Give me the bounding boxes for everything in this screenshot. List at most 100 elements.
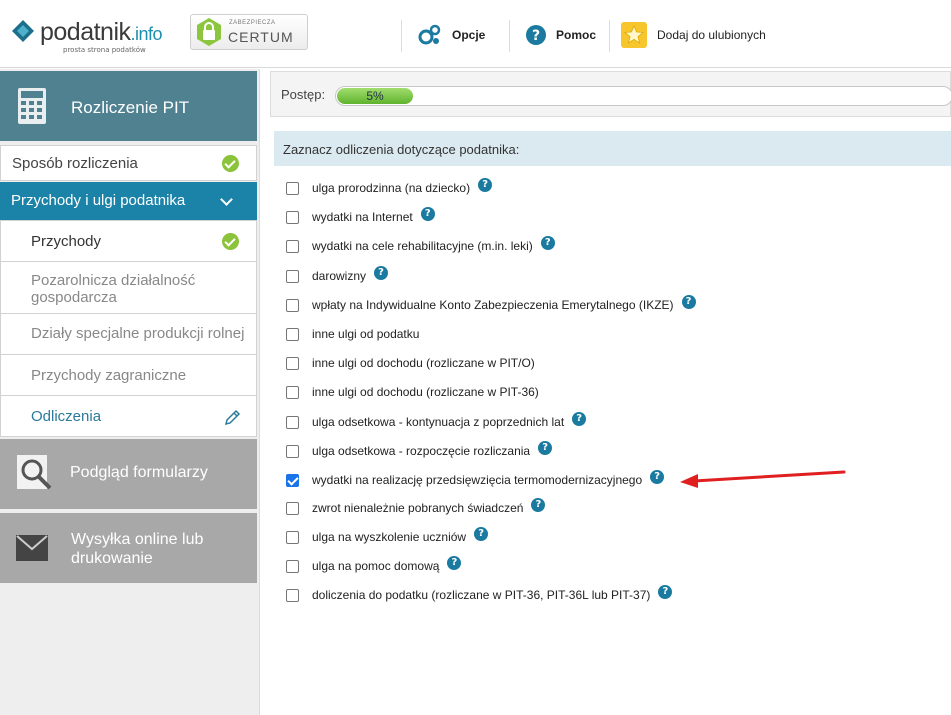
list-item-rehabilitacja[interactable]: wydatki na cele rehabilitacyjne (m.in. l… bbox=[286, 236, 555, 256]
sidebar-category-przychody[interactable]: Przychody i ulgi podatnika bbox=[0, 182, 257, 220]
list-item-doliczenia[interactable]: doliczenia do podatku (rozliczane w PIT-… bbox=[286, 585, 673, 605]
lock-icon bbox=[197, 18, 221, 46]
section-title: Zaznacz odliczenia dotyczące podatnika: bbox=[283, 142, 520, 157]
checkbox[interactable] bbox=[286, 559, 299, 573]
checkbox[interactable] bbox=[286, 210, 299, 224]
certum-small-text: ZABEZPIECZA bbox=[229, 20, 276, 26]
logo-text: podatnik.info bbox=[40, 18, 163, 46]
option-label: inne ulgi od podatku bbox=[312, 327, 420, 341]
checkbox[interactable] bbox=[286, 444, 299, 458]
help-icon[interactable]: ? bbox=[531, 498, 546, 512]
podatnik-logo[interactable]: podatnik.info prosta strona podatków bbox=[10, 12, 170, 56]
list-item-termomodernizacja[interactable]: wydatki na realizację przedsięwzięcia te… bbox=[286, 470, 665, 490]
red-arrow-annotation bbox=[680, 470, 846, 488]
help-icon[interactable]: ? bbox=[681, 295, 696, 309]
checkbox[interactable] bbox=[286, 356, 299, 370]
checkbox[interactable] bbox=[286, 530, 299, 544]
option-label: inne ulgi od dochodu (rozliczane w PIT-3… bbox=[312, 385, 539, 399]
list-item-wyszkolenie-uczniow[interactable]: ulga na wyszkolenie uczniów ? bbox=[286, 527, 489, 547]
help-icon[interactable]: ? bbox=[572, 412, 587, 426]
list-item-zwrot-swiadczen[interactable]: zwrot nienależnie pobranych świadczeń ? bbox=[286, 498, 546, 518]
sidebar-item-wysylka[interactable]: Wysyłka online lub drukowanie bbox=[0, 513, 257, 583]
checkbox[interactable] bbox=[286, 385, 299, 399]
list-item-darowizny[interactable]: darowizny ? bbox=[286, 266, 389, 286]
help-icon[interactable]: ? bbox=[658, 585, 673, 599]
check-icon bbox=[222, 155, 239, 172]
sidebar-header[interactable]: Rozliczenie PIT bbox=[0, 71, 257, 141]
checkbox-checked[interactable] bbox=[286, 473, 299, 487]
sidebar-item-label: Odliczenia bbox=[31, 408, 102, 425]
option-label: wydatki na cele rehabilitacyjne (m.in. l… bbox=[312, 239, 533, 253]
help-icon[interactable]: ? bbox=[650, 470, 665, 484]
options-icon bbox=[418, 24, 441, 45]
add-favorites-button[interactable]: Dodaj do ulubionych bbox=[621, 20, 766, 50]
help-button[interactable]: ? Pomoc bbox=[526, 20, 596, 50]
add-favorites-label: Dodaj do ulubionych bbox=[657, 28, 766, 42]
sidebar-item-dzialalnosc[interactable]: Pozarolnicza działalność gospodarcza bbox=[0, 261, 257, 314]
sidebar: Rozliczenie PIT Sposób rozliczenia Przyc… bbox=[0, 69, 260, 715]
sidebar-item-przychody[interactable]: Przychody bbox=[0, 220, 257, 262]
option-label: wydatki na Internet bbox=[312, 210, 413, 224]
checkbox[interactable] bbox=[286, 181, 299, 195]
sidebar-item-label: Przychody bbox=[31, 233, 102, 250]
option-label: ulga odsetkowa - kontynuacja z poprzedni… bbox=[312, 415, 565, 429]
sidebar-title: Rozliczenie PIT bbox=[71, 98, 190, 117]
sidebar-item-odliczenia[interactable]: Odliczenia bbox=[0, 395, 257, 437]
help-icon[interactable]: ? bbox=[447, 556, 462, 570]
certum-badge[interactable]: ZABEZPIECZA CERTUM bbox=[190, 14, 308, 50]
list-item-pomoc-domowa[interactable]: ulga na pomoc domową ? bbox=[286, 556, 462, 576]
list-item-odsetkowa-kontynuacja[interactable]: ulga odsetkowa - kontynuacja z poprzedni… bbox=[286, 412, 587, 432]
checkbox[interactable] bbox=[286, 501, 299, 515]
sidebar-item-label: Wysyłka online lub drukowanie bbox=[71, 531, 204, 567]
calculator-icon bbox=[18, 88, 46, 124]
option-label: inne ulgi od dochodu (rozliczane w PIT/O… bbox=[312, 356, 535, 370]
list-item-inne-ulgi-podatek[interactable]: inne ulgi od podatku bbox=[286, 324, 419, 344]
option-label: doliczenia do podatku (rozliczane w PIT-… bbox=[312, 588, 651, 602]
checkbox[interactable] bbox=[286, 298, 299, 312]
header-divider bbox=[401, 20, 402, 52]
list-item-inne-ulgi-pit36[interactable]: inne ulgi od dochodu (rozliczane w PIT-3… bbox=[286, 382, 539, 402]
sidebar-item-label: Działy specjalne produkcji rolnej bbox=[31, 325, 245, 342]
option-label: ulga na wyszkolenie uczniów bbox=[312, 530, 467, 544]
help-icon[interactable]: ? bbox=[538, 441, 553, 455]
sidebar-item-dzialy-specjalne[interactable]: Działy specjalne produkcji rolnej bbox=[0, 313, 257, 355]
checkbox[interactable] bbox=[286, 269, 299, 283]
progress-track: 5% bbox=[335, 86, 951, 106]
star-icon bbox=[621, 22, 647, 48]
check-icon bbox=[222, 233, 239, 250]
help-icon[interactable]: ? bbox=[540, 236, 555, 250]
sidebar-item-label: Przychody zagraniczne bbox=[31, 367, 187, 384]
header-divider bbox=[609, 20, 610, 52]
certum-big-text: CERTUM bbox=[228, 29, 294, 45]
sidebar-item-podglad[interactable]: Podgląd formularzy bbox=[0, 439, 257, 509]
list-item-internet[interactable]: wydatki na Internet ? bbox=[286, 207, 435, 227]
options-label: Opcje bbox=[452, 28, 486, 42]
option-label: ulga prorodzinna (na dziecko) bbox=[312, 181, 471, 195]
option-label: ulga odsetkowa - rozpoczęcie rozliczania bbox=[312, 444, 531, 458]
help-icon[interactable]: ? bbox=[478, 178, 493, 192]
help-icon[interactable]: ? bbox=[420, 207, 435, 221]
list-item-odsetkowa-rozpoczecie[interactable]: ulga odsetkowa - rozpoczęcie rozliczania… bbox=[286, 441, 553, 461]
sidebar-item-sposob-rozliczenia[interactable]: Sposób rozliczenia bbox=[0, 145, 257, 181]
list-item-inne-ulgi-pito[interactable]: inne ulgi od dochodu (rozliczane w PIT/O… bbox=[286, 353, 535, 373]
progress-label: Postęp: bbox=[281, 87, 326, 102]
sidebar-item-label: Podgląd formularzy bbox=[70, 464, 208, 481]
help-icon[interactable]: ? bbox=[374, 266, 389, 280]
checkbox[interactable] bbox=[286, 588, 299, 602]
option-label: wpłaty na Indywidualne Konto Zabezpiecze… bbox=[312, 298, 674, 312]
checkbox[interactable] bbox=[286, 239, 299, 253]
option-label: zwrot nienależnie pobranych świadczeń bbox=[312, 501, 524, 515]
section-header: Zaznacz odliczenia dotyczące podatnika: bbox=[274, 131, 951, 166]
pencil-icon bbox=[224, 409, 241, 426]
help-label: Pomoc bbox=[556, 28, 597, 42]
sidebar-item-label: Sposób rozliczenia bbox=[12, 155, 138, 172]
checkbox[interactable] bbox=[286, 415, 299, 429]
sidebar-item-przychody-zagraniczne[interactable]: Przychody zagraniczne bbox=[0, 354, 257, 396]
options-button[interactable]: Opcje bbox=[418, 20, 485, 50]
logo-mark-icon bbox=[12, 20, 34, 42]
help-icon[interactable]: ? bbox=[474, 527, 489, 541]
checkbox[interactable] bbox=[286, 327, 299, 341]
list-item-ikze[interactable]: wpłaty na Indywidualne Konto Zabezpiecze… bbox=[286, 295, 696, 315]
list-item-prorodzinna[interactable]: ulga prorodzinna (na dziecko) ? bbox=[286, 178, 493, 198]
option-label: wydatki na realizację przedsięwzięcia te… bbox=[312, 473, 643, 487]
